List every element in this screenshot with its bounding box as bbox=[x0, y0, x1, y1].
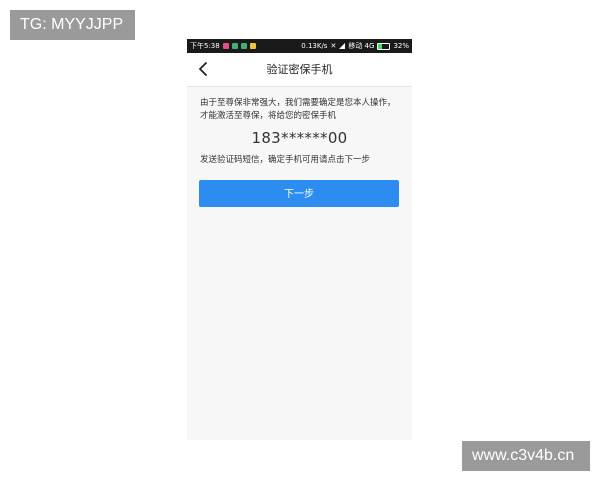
network-speed: 0.13K/s bbox=[301, 42, 328, 50]
status-time: 下午5:38 bbox=[190, 42, 220, 50]
description-text: 由于至尊保非常强大，我们需要确定是您本人操作，才能激活至尊保，将给您的密保手机 bbox=[200, 98, 396, 121]
signal-icon bbox=[339, 43, 346, 49]
notification-message-icon bbox=[240, 43, 247, 49]
nav-bar: 验证密保手机 bbox=[187, 53, 412, 87]
watermark-top: TG: MYYJJPP bbox=[10, 10, 135, 40]
status-bar-left: 下午5:38 bbox=[190, 39, 256, 53]
next-step-button[interactable]: 下一步 bbox=[199, 180, 399, 207]
battery-icon bbox=[377, 42, 391, 50]
carrier-label: 移动 4G bbox=[348, 42, 375, 50]
notification-app-icon-2 bbox=[249, 43, 256, 49]
page-title: 验证密保手机 bbox=[266, 63, 333, 76]
phone-screenshot: 下午5:38 0.13K/s ✕ 移动 4G 32% 验证密保手机 由于至尊保非… bbox=[187, 39, 412, 440]
watermark-bottom: www.c3v4b.cn bbox=[462, 441, 590, 471]
notification-wechat-icon bbox=[231, 43, 238, 49]
send-code-note: 发送验证码短信，确定手机可用请点击下一步 bbox=[200, 155, 371, 165]
status-bar-right: 0.13K/s ✕ 移动 4G 32% bbox=[301, 39, 409, 53]
masked-phone-number: 183******00 bbox=[251, 129, 348, 147]
notification-app-icon bbox=[222, 43, 229, 49]
battery-level: 32% bbox=[393, 42, 409, 50]
screen-canvas: TG: MYYJJPP 下午5:38 0.13K/s ✕ 移动 4G 32% 验… bbox=[0, 0, 600, 480]
mute-icon: ✕ bbox=[330, 42, 337, 50]
status-bar: 下午5:38 0.13K/s ✕ 移动 4G 32% bbox=[187, 39, 412, 53]
